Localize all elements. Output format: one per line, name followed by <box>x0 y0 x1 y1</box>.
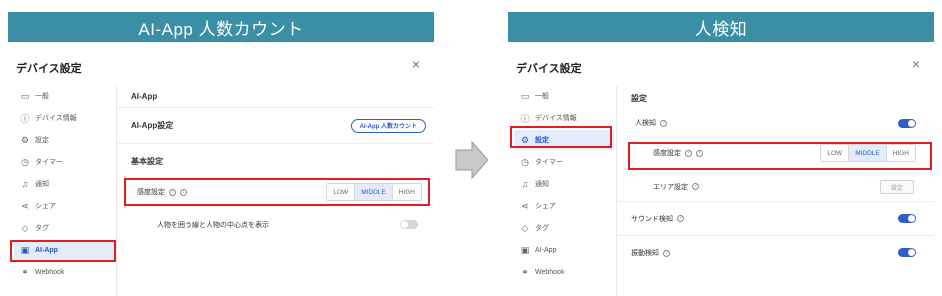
close-icon[interactable]: × <box>912 56 920 72</box>
area-setting-button[interactable]: 設定 <box>880 180 914 194</box>
sidebar-item-tag[interactable]: ◇ タグ <box>14 218 114 238</box>
sidebar-item-label: シェア <box>535 203 556 210</box>
tag-icon: ◇ <box>521 222 529 233</box>
help-icon[interactable]: ? <box>677 215 684 223</box>
sidebar-item-share[interactable]: ⋖ シェア <box>14 196 114 216</box>
sidebar-item-label: デバイス情報 <box>35 115 77 122</box>
highlight-box-settings <box>510 126 612 148</box>
sidebar-item-bell[interactable]: ♫ 通知 <box>14 174 114 194</box>
sidebar-item-label: タグ <box>535 225 549 232</box>
person-detect-label: 人検知 <box>635 120 656 127</box>
ai-app-people-count-button[interactable]: AI-App 人数カウント <box>350 118 426 133</box>
sidebar-item-gear[interactable]: ⚙ 設定 <box>14 130 114 150</box>
webhook-icon: ⚭ <box>21 266 29 277</box>
general-icon: ▭ <box>20 90 30 101</box>
highlight-box-sensitivity <box>628 142 932 170</box>
sidebar-item-label: デバイス情報 <box>535 115 577 122</box>
sidebar-item-label: タグ <box>35 225 49 232</box>
help-icon[interactable]: ? <box>663 249 670 257</box>
highlight-box-sensitivity <box>124 178 430 206</box>
display-center-toggle[interactable] <box>400 220 418 229</box>
right-banner: 人検知 <box>508 12 934 42</box>
info-icon: ⓘ <box>520 113 530 124</box>
sidebar-item-label: AI-App <box>535 246 557 254</box>
sidebar-item-label: Webhook <box>35 268 65 276</box>
bell-icon: ♫ <box>521 179 529 189</box>
sidebar-item-label: タイマー <box>535 159 563 166</box>
sidebar-item-label: 通知 <box>35 181 49 188</box>
webhook-icon: ⚭ <box>521 266 529 277</box>
share-icon: ⋖ <box>521 200 529 211</box>
sidebar-item-label: シェア <box>35 203 56 210</box>
motion-detect-toggle[interactable] <box>898 248 916 257</box>
gear-icon: ⚙ <box>20 134 30 145</box>
person-detect-toggle[interactable] <box>898 119 916 128</box>
sound-detect-row: サウンド検知? <box>617 202 934 236</box>
person-detect-row: 人検知? <box>617 110 934 136</box>
sidebar-item-share[interactable]: ⋖ シェア <box>514 196 614 216</box>
sidebar-item-webhook[interactable]: ⚭ Webhook <box>514 262 614 282</box>
highlight-box-ai-app <box>10 240 116 262</box>
sidebar-item-timer[interactable]: ◷ タイマー <box>514 152 614 172</box>
sidebar-item-label: タイマー <box>35 159 63 166</box>
sidebar-item-info[interactable]: ⓘ デバイス情報 <box>514 108 614 128</box>
sidebar-item-label: 設定 <box>35 137 49 144</box>
right-sidebar: ▭ 一般 ⓘ デバイス情報 ⚙ 設定 ◷ タイマー ♫ 通知 ⋖ シェア ◇ タグ ▣ AI-App ⚭ Webh… <box>508 86 616 296</box>
timer-icon: ◷ <box>521 156 529 167</box>
basic-setting-row: 基本設定 <box>131 156 163 166</box>
sidebar-item-timer[interactable]: ◷ タイマー <box>14 152 114 172</box>
ai-app-icon: ▣ <box>520 244 530 255</box>
area-setting-row: エリア設定? 設定 <box>617 172 934 202</box>
sound-detect-toggle[interactable] <box>898 214 916 223</box>
left-banner: AI-App 人数カウント <box>8 12 434 42</box>
timer-icon: ◷ <box>21 156 29 167</box>
sidebar-item-label: 通知 <box>535 181 549 188</box>
tag-icon: ◇ <box>21 222 29 233</box>
motion-detect-row: 振動検知? <box>617 236 934 270</box>
motion-label: 振動検知 <box>631 250 659 257</box>
sidebar-item-general[interactable]: ▭ 一般 <box>514 86 614 106</box>
dialog-title: デバイス設定 <box>16 63 82 75</box>
close-icon[interactable]: × <box>412 56 420 72</box>
general-icon: ▭ <box>520 90 530 101</box>
display-center-row: 人物を囲う線と人物の中心点を表示 <box>117 210 434 240</box>
sidebar-item-info[interactable]: ⓘ デバイス情報 <box>14 108 114 128</box>
sidebar-item-label: 一般 <box>535 93 549 100</box>
ai-app-setting-row: AI-App設定 AI-App 人数カウント <box>117 108 434 144</box>
right-content: 設定 人検知? 感度設定? i LOW MIDDLE HIGH エリア設定 ? … <box>616 86 934 296</box>
share-icon: ⋖ <box>21 200 29 211</box>
sound-label: サウンド検知 <box>631 215 673 223</box>
sidebar-item-general[interactable]: ▭ 一般 <box>14 86 114 106</box>
help-icon[interactable]: ? <box>692 183 699 191</box>
sidebar-item-tag[interactable]: ◇ タグ <box>514 218 614 238</box>
sidebar-item-label: Webhook <box>535 268 565 276</box>
arrow-right-icon <box>455 140 489 180</box>
section-header: 設定 <box>631 93 647 103</box>
sidebar-item-label: 一般 <box>35 93 49 100</box>
sidebar-item-ai-app[interactable]: ▣ AI-App <box>514 240 614 260</box>
help-icon[interactable]: ? <box>660 119 667 127</box>
sidebar-item-webhook[interactable]: ⚭ Webhook <box>14 262 114 282</box>
bell-icon: ♫ <box>21 179 29 189</box>
dialog-title: デバイス設定 <box>516 63 582 75</box>
info-icon: ⓘ <box>20 113 30 124</box>
sidebar-item-bell[interactable]: ♫ 通知 <box>514 174 614 194</box>
section-header: AI-App <box>117 86 434 108</box>
area-label: エリア設定 <box>653 183 688 191</box>
left-sidebar: ▭ 一般 ⓘ デバイス情報 ⚙ 設定 ◷ タイマー ♫ 通知 ⋖ シェア ◇ タグ ▣ AI-App ⚭ Webh… <box>8 86 116 296</box>
